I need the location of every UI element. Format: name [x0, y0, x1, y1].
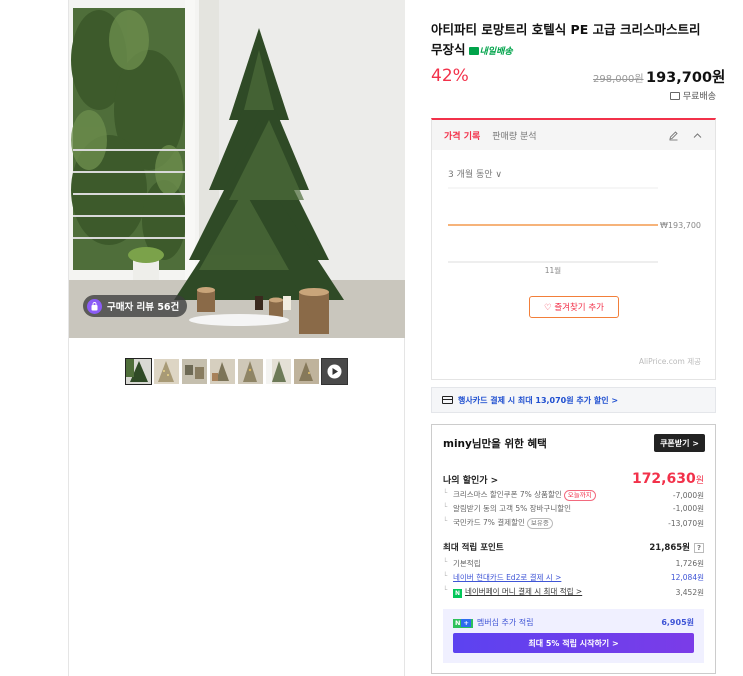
membership-box: N + 멤버십 추가 적립 6,905원 최대 5% 적립 시작하기 >: [443, 609, 704, 663]
product-title: 아티파티 로망트리 호텔식 PE 고급 크리스마스트리 무장식 내일배송: [431, 20, 716, 62]
add-favorite-button[interactable]: ♡ 즐겨찾기 추가: [529, 296, 619, 318]
naver-plus-icon: N +: [453, 619, 473, 628]
my-price-number: 172,630: [631, 471, 696, 487]
thumbnail-1[interactable]: [125, 358, 152, 385]
point-2-label-wrap: 네이버 현대카드 Ed2로 결제 시 >: [443, 572, 561, 583]
discount-3-label: 국민카드 7% 결제할인보유중: [443, 517, 553, 529]
point-2-value: 12,084원: [670, 573, 704, 582]
owned-tag: 보유중: [526, 518, 553, 529]
price-history-tabs: 가격 기록 판매량 분석: [432, 120, 715, 150]
shopping-bag-icon: [87, 298, 102, 314]
card-discount-banner[interactable]: 행사카드 결제 시 최대 13,070원 추가 할인 >: [431, 387, 716, 413]
help-icon[interactable]: ?: [694, 543, 704, 553]
original-price: 298,000원: [593, 74, 644, 85]
data-credit: AliPrice.com 제공: [638, 357, 701, 366]
membership-label: 멤버십 추가 적립: [476, 618, 534, 627]
membership-label-wrap: N + 멤버십 추가 적립: [453, 617, 534, 628]
point-row-2: 네이버 현대카드 Ed2로 결제 시 > 12,084원: [443, 572, 704, 583]
price-history-widget: 가격 기록 판매량 분석 3 개월 동안 ∨ ₩193,700 11월 ♡ 즐겨…: [431, 118, 716, 380]
get-coupon-button[interactable]: 쿠폰받기 >: [654, 434, 705, 452]
membership-row: N + 멤버십 추가 적립 6,905원: [453, 617, 694, 628]
thumbnail-5[interactable]: [237, 358, 264, 385]
pencil-icon[interactable]: [667, 129, 679, 141]
discount-1-value: -7,000원: [672, 490, 704, 500]
price-history-chart: ₩193,700 11월: [448, 187, 701, 275]
tab-price-history[interactable]: 가격 기록: [444, 129, 480, 142]
my-price-value: 172,630원: [632, 471, 704, 487]
points-label: 최대 적립 포인트: [443, 543, 504, 553]
points-value-wrap: 21,865원?: [649, 541, 704, 553]
shipping-label: 무료배송: [682, 92, 716, 102]
thumbnail-7[interactable]: [293, 358, 320, 385]
thumbnail-4[interactable]: [209, 358, 236, 385]
discount-3-text: 국민카드 7% 결제할인: [453, 518, 525, 527]
hyundai-card-link[interactable]: 네이버 현대카드 Ed2로 결제 시 >: [453, 573, 561, 582]
delivery-truck-icon: [669, 91, 680, 100]
price-line-label: ₩193,700: [660, 221, 701, 230]
credit-card-icon: [442, 396, 453, 404]
thumbnail-2[interactable]: [153, 358, 180, 385]
christmas-tree-photo: [69, 0, 405, 338]
thumbnail-video[interactable]: [321, 358, 348, 385]
benefit-title: miny님만을 위한 혜택: [443, 438, 547, 450]
discount-rate: 42%: [431, 66, 469, 86]
widget-tools: [667, 129, 703, 141]
x-axis-month-label: 11월: [545, 265, 562, 275]
naver-pay-icon: N: [453, 589, 462, 598]
today-only-tag: 오늘까지: [563, 490, 596, 501]
discount-3-value: -13,070원: [668, 518, 704, 528]
chevron-up-icon[interactable]: [691, 129, 703, 141]
truck-icon: [468, 47, 479, 55]
arrival-badge: 내일배송: [468, 47, 513, 57]
review-count-pill[interactable]: 구매자 리뷰 56건: [83, 295, 188, 317]
my-price-unit: 원: [695, 476, 704, 486]
product-gallery: 구매자 리뷰 56건: [68, 0, 405, 676]
shipping-info: 무료배송: [669, 89, 716, 102]
naver-pay-link[interactable]: 네이버페이 머니 결제 시 최대 적립 >: [465, 587, 582, 596]
tab-sales-analysis[interactable]: 판매량 분석: [492, 129, 536, 142]
discount-row-2: 알림받기 동의 고객 5% 장바구니할인 -1,000원: [443, 503, 704, 514]
card-banner-label: 행사카드 결제 시 최대 13,070원 추가 할인 >: [458, 395, 619, 405]
favorite-button-label: ♡ 즐겨찾기 추가: [544, 303, 604, 313]
my-price-row: 나의 할인가 > 172,630원: [443, 471, 704, 487]
thumbnail-3[interactable]: [181, 358, 208, 385]
sale-price: 193,700원: [646, 70, 726, 86]
discount-1-text: 크리스마스 할인쿠폰 7% 상품할인: [453, 490, 562, 499]
discount-row-1: 크리스마스 할인쿠폰 7% 상품할인오늘까지 -7,000원: [443, 489, 704, 501]
start-membership-button[interactable]: 최대 5% 적립 시작하기 >: [453, 633, 694, 653]
point-1-label: 기본적립: [443, 558, 481, 569]
discount-2-label: 알림받기 동의 고객 5% 장바구니할인: [443, 503, 571, 514]
point-3-value: 3,452원: [675, 587, 704, 597]
main-product-image[interactable]: 구매자 리뷰 56건: [69, 0, 405, 338]
discount-2-value: -1,000원: [672, 504, 704, 513]
my-price-label[interactable]: 나의 할인가 >: [443, 473, 498, 486]
point-3-label-wrap: N네이버페이 머니 결제 시 최대 적립 >: [443, 586, 582, 598]
point-row-1: 기본적립 1,726원: [443, 558, 704, 569]
discount-row-3: 국민카드 7% 결제할인보유중 -13,070원: [443, 517, 704, 529]
points-value: 21,865원: [649, 543, 690, 553]
review-count-label: 구매자 리뷰 56건: [107, 302, 180, 313]
thumbnail-6[interactable]: [265, 358, 292, 385]
arrival-badge-label: 내일배송: [479, 47, 513, 57]
membership-value: 6,905원: [661, 618, 694, 627]
points-row: 최대 적립 포인트 21,865원?: [443, 541, 704, 553]
point-row-3: N네이버페이 머니 결제 시 최대 적립 > 3,452원: [443, 586, 704, 598]
play-icon: [322, 359, 347, 384]
point-1-value: 1,726원: [675, 559, 704, 568]
member-benefit-box: miny님만을 위한 혜택 쿠폰받기 > 나의 할인가 > 172,630원 크…: [431, 424, 716, 674]
discount-1-label: 크리스마스 할인쿠폰 7% 상품할인오늘까지: [443, 489, 596, 501]
thumbnail-strip: [125, 358, 348, 385]
